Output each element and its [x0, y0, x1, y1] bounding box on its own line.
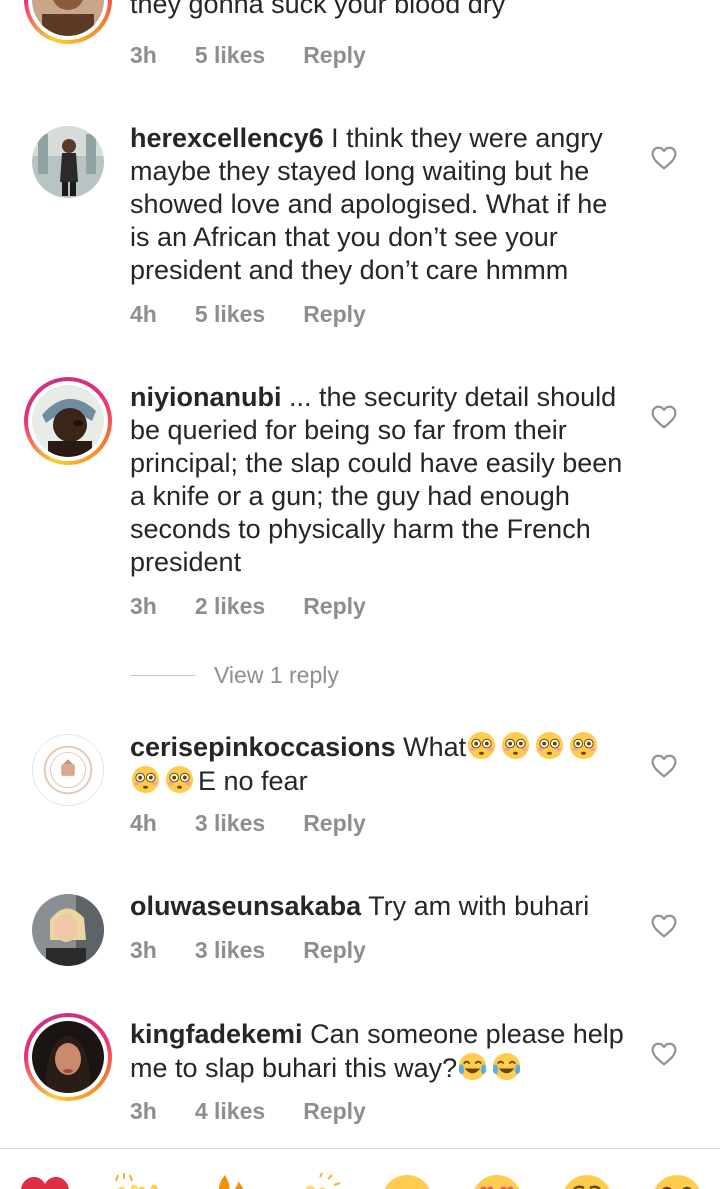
avatar[interactable] [24, 726, 112, 814]
like-heart-icon[interactable] [651, 146, 677, 170]
comment-meta: 3h 5 likes Reply [130, 42, 366, 69]
likes-count[interactable]: 3 likes [195, 810, 265, 837]
red-heart-icon[interactable] [18, 1173, 72, 1189]
comment-text: kingfadekemi Can someone please help me … [130, 1018, 630, 1085]
raising-hands-icon[interactable] [108, 1173, 162, 1189]
quick-reaction-bar [0, 1148, 720, 1189]
avatar-photo [32, 0, 104, 36]
comment-username[interactable]: kingfadekemi [130, 1019, 303, 1049]
comment-meta: 4h 5 likes Reply [130, 301, 366, 328]
reply-button[interactable]: Reply [303, 1098, 366, 1125]
avatar-photo [33, 735, 103, 805]
comment-text: niyionanubi ... the security detail shou… [130, 381, 630, 579]
avatar[interactable] [24, 377, 112, 465]
like-heart-icon[interactable] [651, 405, 677, 429]
comment-username[interactable]: herexcellency6 [130, 123, 324, 153]
comment-text: herexcellency6 I think they were angry m… [130, 122, 630, 287]
flushed-face-icon [536, 731, 564, 760]
reply-button[interactable]: Reply [303, 937, 366, 964]
comment-body-end: E no fear [198, 766, 308, 796]
avatar-photo [32, 894, 104, 966]
view-replies-label[interactable]: View 1 reply [214, 662, 339, 689]
heart-eyes-icon[interactable] [470, 1173, 524, 1189]
comment-time: 3h [130, 593, 157, 619]
avatar-photo [32, 126, 104, 198]
comment-body: they gonna suck your blood dry [130, 0, 506, 19]
tears-of-joy-icon [458, 1052, 487, 1081]
avatar[interactable] [24, 118, 112, 206]
avatar-photo [32, 1021, 104, 1093]
view-replies-button[interactable]: View 1 reply [130, 662, 339, 689]
comment-meta: 4h 3 likes Reply [130, 810, 366, 837]
like-heart-icon[interactable] [651, 914, 677, 938]
comment-meta: 3h 4 likes Reply [130, 1098, 366, 1125]
likes-count[interactable]: 5 likes [195, 42, 265, 69]
comment-username[interactable]: oluwaseunsakaba [130, 891, 361, 921]
replies-divider-line [130, 675, 196, 676]
flushed-face-icon [570, 731, 598, 760]
comment-time: 4h [130, 810, 157, 836]
comment-time: 4h [130, 301, 157, 327]
comment-username[interactable]: niyionanubi [130, 382, 282, 412]
flushed-face-icon [502, 731, 530, 760]
likes-count[interactable]: 2 likes [195, 593, 265, 620]
clapping-hands-icon[interactable] [290, 1173, 344, 1189]
likes-count[interactable]: 4 likes [195, 1098, 265, 1125]
fire-icon[interactable] [198, 1173, 252, 1189]
comment-body-start: What [403, 732, 467, 762]
avatar[interactable] [24, 0, 112, 44]
flushed-face-icon [131, 765, 160, 794]
reply-button[interactable]: Reply [303, 593, 366, 620]
avatar[interactable] [24, 886, 112, 974]
astonished-face-icon[interactable] [560, 1173, 614, 1189]
flushed-face-icon [468, 731, 496, 760]
comment-time: 3h [130, 42, 157, 68]
comment-time: 3h [130, 1098, 157, 1124]
like-heart-icon[interactable] [651, 1042, 677, 1066]
like-heart-icon[interactable] [651, 754, 677, 778]
comment-text: oluwaseunsakaba Try am with buhari [130, 890, 630, 923]
avatar-photo [32, 385, 104, 457]
comment-text: they gonna suck your blood dry [130, 0, 630, 22]
reply-button[interactable]: Reply [303, 301, 366, 328]
comment-username[interactable]: cerisepinkoccasions [130, 732, 396, 762]
tears-of-joy-icon[interactable] [650, 1173, 704, 1189]
reply-button[interactable]: Reply [303, 42, 366, 69]
comments-screen: they gonna suck your blood dry 3h 5 likes… [0, 0, 720, 1189]
comment-meta: 3h 3 likes Reply [130, 937, 366, 964]
reply-button[interactable]: Reply [303, 810, 366, 837]
flushed-face-icon [165, 765, 194, 794]
likes-count[interactable]: 3 likes [195, 937, 265, 964]
comment-meta: 3h 2 likes Reply [130, 593, 366, 620]
comment-text: cerisepinkoccasions What E no fear [130, 730, 630, 798]
crying-face-icon[interactable] [380, 1173, 434, 1189]
comment-time: 3h [130, 937, 157, 963]
likes-count[interactable]: 5 likes [195, 301, 265, 328]
tears-of-joy-icon [492, 1052, 521, 1081]
comment-body: Try am with buhari [368, 891, 590, 921]
avatar[interactable] [24, 1013, 112, 1101]
